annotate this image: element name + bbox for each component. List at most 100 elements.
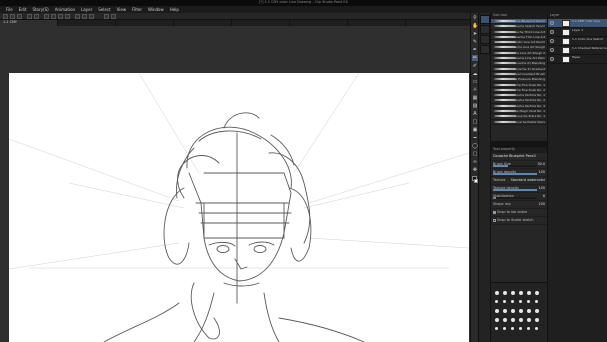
texture-density-slider[interactable] (493, 189, 537, 191)
menu-select[interactable]: Select (98, 7, 110, 12)
show-ruler-icon[interactable] (111, 14, 116, 19)
clear-icon[interactable] (44, 14, 49, 19)
eye-icon[interactable] (550, 57, 554, 61)
brush-tip[interactable] (495, 327, 498, 330)
deselect-icon[interactable] (65, 14, 70, 19)
brush-tip[interactable] (495, 309, 499, 313)
canvas-area[interactable] (0, 26, 470, 342)
brush-list: Gouache Blueprint Pencil Gouache Sketch … (491, 19, 547, 125)
eye-icon[interactable] (550, 21, 554, 25)
undo-icon[interactable] (27, 14, 32, 19)
new-icon[interactable] (3, 14, 8, 19)
brush-tip[interactable] (503, 318, 507, 322)
brush-tip[interactable] (535, 318, 539, 322)
brush-tip[interactable] (527, 327, 530, 330)
drawing-canvas[interactable] (9, 73, 469, 342)
brush-tip[interactable] (519, 300, 522, 303)
density-setting[interactable]: Brush density 100 (491, 169, 547, 177)
menu-story[interactable]: Story(S) (32, 7, 48, 12)
layer-thumbnail (562, 56, 570, 63)
layer-row[interactable]: 1-1 Checked Reference (548, 46, 607, 55)
brush-tip[interactable] (503, 309, 507, 313)
menu-bar: File Edit Story(S) Animation Layer Selec… (0, 6, 607, 13)
eye-icon[interactable] (550, 48, 554, 52)
snap-perspective-icon[interactable] (89, 14, 94, 19)
sub-tool-panel: Sub tool Gouache Blueprint Pencil Gouach… (490, 13, 547, 141)
brush-tip[interactable] (535, 291, 539, 295)
layer-row[interactable]: 1-1 Color line Sketch (548, 37, 607, 46)
subtool-group-gouache[interactable] (480, 35, 490, 44)
menu-filter[interactable]: Filter (132, 7, 142, 12)
brush-tip[interactable] (503, 300, 506, 303)
open-icon[interactable] (10, 14, 15, 19)
layer-row[interactable]: 1-1 CMY color Line (548, 19, 607, 28)
snap-checkbox[interactable] (493, 210, 496, 214)
layer-thumbnail (562, 47, 570, 54)
save-icon[interactable] (17, 14, 22, 19)
snap-check-row[interactable]: Snap to lab snake (491, 209, 547, 217)
snap-sketch-check-row[interactable]: Snap to Snake sketch (491, 217, 547, 225)
brush-tip[interactable] (511, 309, 515, 313)
layer-thumbnail (562, 20, 570, 27)
brush-tip[interactable] (527, 300, 530, 303)
transform-icon[interactable] (58, 14, 63, 19)
size-setting[interactable]: Brush Size 30.0 (491, 161, 547, 169)
texture-setting[interactable]: Texture Standard watercolor (491, 177, 547, 185)
command-bar (0, 13, 470, 20)
snap-special-icon[interactable] (104, 14, 109, 19)
tool-property-panel: Tool property Gouache Blueprint Pencil B… (490, 146, 547, 282)
shape-setting[interactable]: Shape rely 100 (491, 201, 547, 209)
stabilization-setting[interactable]: Stabilization 6 (491, 193, 547, 201)
brush-tip[interactable] (519, 291, 523, 295)
snap-ruler-icon[interactable] (75, 14, 80, 19)
subtool-group-pastel[interactable] (480, 25, 490, 34)
sub-tool-group-bar (478, 13, 490, 342)
tool-bar: ⚲ ✋ ➤ ✎ ✒ ✏ ✐ ☁ ▭ ☼ ▦ ▨ A □ ▣ ━ ◯ ▢ ∞ ✥ (470, 13, 478, 342)
brush-tip[interactable] (535, 309, 539, 313)
layer-row[interactable]: Paper (548, 55, 607, 64)
brush-tip[interactable] (511, 327, 514, 330)
snap-sketch-checkbox[interactable] (493, 218, 496, 222)
size-slider[interactable] (493, 165, 537, 167)
window-title: [*] 1-1 CMY color Line Drawing - Clip St… (259, 0, 348, 4)
brush-tip[interactable] (511, 318, 515, 322)
menu-edit[interactable]: Edit (19, 7, 27, 12)
brush-tip[interactable] (503, 291, 507, 295)
menu-view[interactable]: View (117, 7, 127, 12)
brush-tip[interactable] (527, 318, 531, 322)
stabilization-slider[interactable] (493, 197, 537, 199)
brush-tip[interactable] (527, 309, 531, 313)
subtool-group-pencil[interactable] (480, 15, 490, 24)
brush-tip[interactable] (503, 327, 506, 330)
layer-thumbnail (562, 29, 570, 36)
texture-density-setting[interactable]: Texture density 100 (491, 185, 547, 193)
brush-tip[interactable] (495, 300, 498, 303)
brush-tip[interactable] (519, 309, 523, 313)
brush-tip[interactable] (511, 291, 515, 295)
snap-grid-icon[interactable] (82, 14, 87, 19)
menu-window[interactable]: Window (148, 7, 164, 12)
eye-icon[interactable] (550, 30, 554, 34)
subtool-group-custom[interactable] (480, 45, 490, 54)
density-slider[interactable] (493, 173, 537, 175)
fill-selection-icon[interactable] (51, 14, 56, 19)
brush-item[interactable]: Gouache Pastel Stars (491, 120, 547, 125)
menu-animation[interactable]: Animation (55, 7, 75, 12)
layer-thumbnail (562, 38, 570, 45)
brush-tip[interactable] (535, 300, 538, 303)
menu-file[interactable]: File (6, 7, 13, 12)
brush-tip-panel (490, 282, 547, 342)
brush-tip[interactable] (511, 300, 514, 303)
brush-tip[interactable] (527, 291, 531, 295)
brush-tip[interactable] (519, 327, 522, 330)
brush-tip[interactable] (519, 318, 523, 322)
brush-tip[interactable] (495, 291, 499, 295)
menu-layer[interactable]: Layer (81, 7, 92, 12)
menu-help[interactable]: Help (170, 7, 179, 12)
sketch-drawing (9, 73, 469, 342)
layer-row[interactable]: Layer 1 (548, 28, 607, 37)
brush-tip[interactable] (495, 318, 499, 322)
redo-icon[interactable] (34, 14, 39, 19)
brush-tip[interactable] (535, 327, 538, 330)
eye-icon[interactable] (550, 39, 554, 43)
